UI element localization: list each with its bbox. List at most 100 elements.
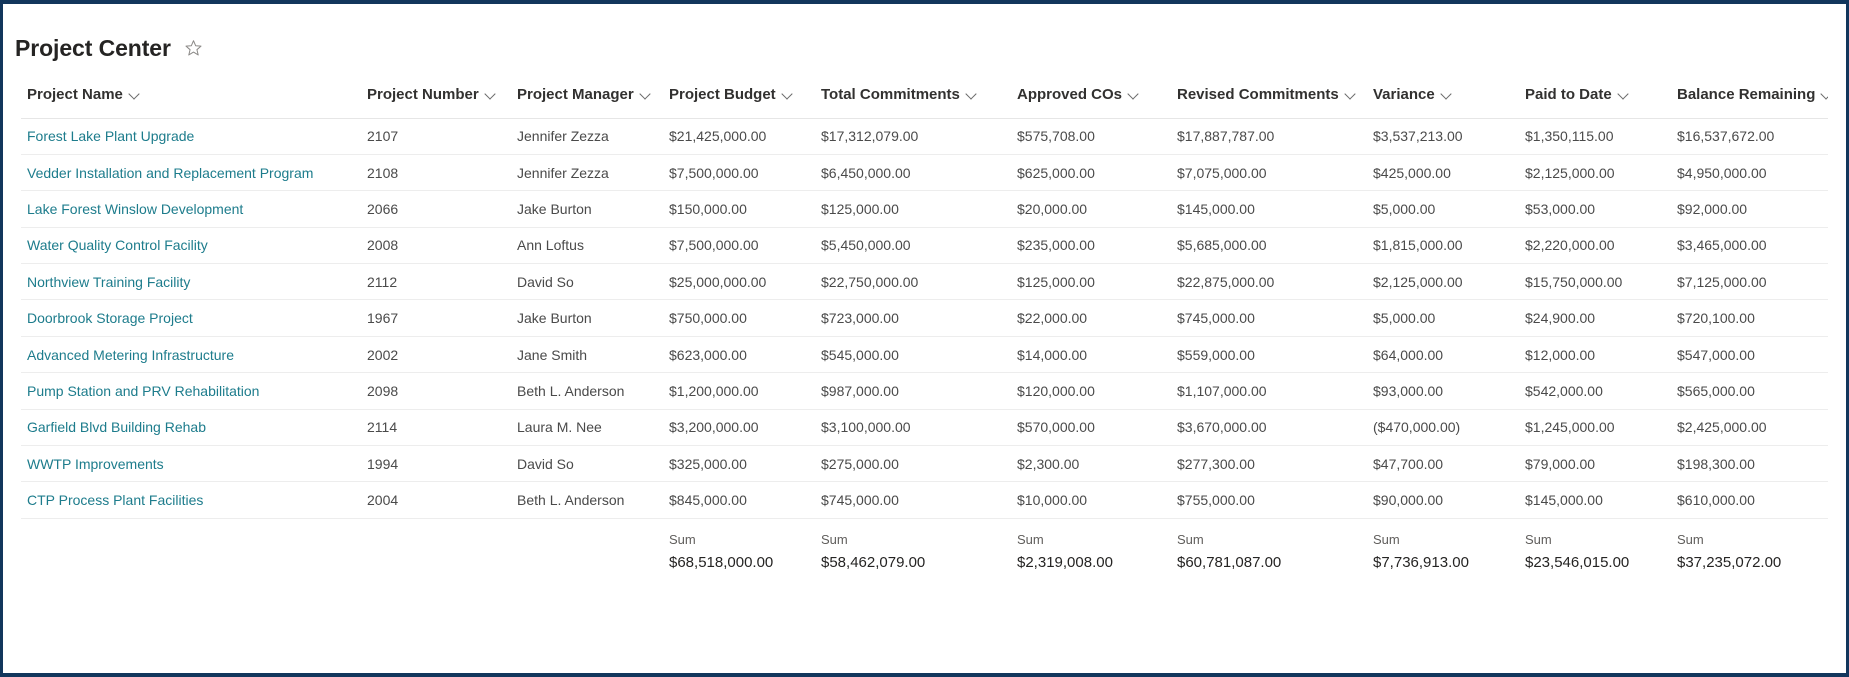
cell-project-budget: $1,200,000.00	[669, 382, 759, 399]
cell-project-manager: Beth L. Anderson	[517, 382, 625, 399]
cell-project-name: Water Quality Control Facility	[21, 227, 361, 263]
cell-project-name: CTP Process Plant Facilities	[21, 482, 361, 518]
column-header-paid-to-date[interactable]: Paid to Date	[1519, 72, 1671, 118]
column-header-balance-remaining[interactable]: Balance Remaining	[1671, 72, 1828, 118]
cell-revised-commitments: $559,000.00	[1177, 346, 1255, 363]
cell-approved-cos: $125,000.00	[1017, 273, 1095, 290]
column-header-label: Project Budget	[669, 86, 776, 104]
project-name-link[interactable]: Lake Forest Winslow Development	[27, 201, 243, 217]
column-header-project-name[interactable]: Project Name	[21, 72, 361, 118]
table-row[interactable]: CTP Process Plant Facilities 2004 Beth L. …	[21, 482, 1828, 519]
table-row[interactable]: Garfield Blvd Building Rehab 2114 Laura M.…	[21, 409, 1828, 446]
project-name-link[interactable]: Doorbrook Storage Project	[27, 310, 193, 326]
star-outline-icon[interactable]	[184, 38, 204, 58]
cell-project-budget: $845,000.00	[669, 492, 747, 509]
table-row[interactable]: Northview Training Facility 2112 David So $…	[21, 264, 1828, 300]
project-name-link[interactable]: Forest Lake Plant Upgrade	[27, 128, 194, 144]
project-name-link[interactable]: Northview Training Facility	[27, 274, 190, 290]
table-row[interactable]: Forest Lake Plant Upgrade 2107 Jennifer Ze…	[21, 118, 1828, 155]
cell-balance-remaining: $547,000.00	[1677, 346, 1755, 363]
cell-project-budget: $750,000.00	[669, 310, 747, 327]
chevron-down-icon[interactable]	[1346, 89, 1357, 100]
cell-project-budget: $7,500,000.00	[669, 237, 759, 254]
cell-project-number: 1967	[367, 310, 399, 327]
project-name-link[interactable]: Advanced Metering Infrastructure	[27, 347, 234, 363]
cell-project-name: Northview Training Facility	[21, 264, 361, 300]
cell-project-budget: $325,000.00	[669, 455, 747, 472]
project-name-link[interactable]: Vedder Installation and Replacement Prog…	[27, 165, 313, 181]
cell-project-budget: $623,000.00	[669, 346, 747, 363]
table-row[interactable]: Doorbrook Storage Project 1967 Jake Burton…	[21, 300, 1828, 337]
table-row[interactable]: Lake Forest Winslow Development 2066 Jake …	[21, 191, 1828, 228]
column-header-approved-cos[interactable]: Approved COs	[1011, 72, 1171, 118]
cell-project-name: Forest Lake Plant Upgrade	[21, 118, 361, 154]
column-header-label: Total Commitments	[821, 86, 960, 104]
column-header-total-commitments[interactable]: Total Commitments	[815, 72, 1011, 118]
cell-variance: $90,000.00	[1373, 492, 1444, 509]
table-row[interactable]: Pump Station and PRV Rehabilitation 2098 B…	[21, 373, 1828, 410]
table-row[interactable]: WWTP Improvements 1994 David So $325,000.00…	[21, 446, 1828, 482]
chevron-down-icon[interactable]	[1129, 89, 1140, 100]
cell-total-commitments: $723,000.00	[821, 310, 899, 327]
cell-total-commitments: $6,450,000.00	[821, 164, 911, 181]
cell-revised-commitments: $277,300.00	[1177, 455, 1255, 472]
cell-balance-remaining: $4,950,000.00	[1677, 164, 1767, 181]
chevron-down-icon[interactable]	[1442, 89, 1453, 100]
cell-revised-commitments: $7,075,000.00	[1177, 164, 1267, 181]
cell-project-name: Lake Forest Winslow Development	[21, 191, 361, 227]
cell-variance: $64,000.00	[1373, 346, 1444, 363]
projects-table: Project Name Project Number Project Mana…	[21, 72, 1828, 582]
chevron-down-icon[interactable]	[486, 89, 497, 100]
chevron-down-icon[interactable]	[783, 89, 794, 100]
cell-approved-cos: $625,000.00	[1017, 164, 1095, 181]
project-name-link[interactable]: Garfield Blvd Building Rehab	[27, 419, 206, 435]
cell-approved-cos: $570,000.00	[1017, 419, 1095, 436]
project-name-link[interactable]: WWTP Improvements	[27, 456, 164, 472]
table-row[interactable]: Water Quality Control Facility 2008 Ann Lo…	[21, 227, 1828, 264]
cell-balance-remaining: $92,000.00	[1677, 200, 1748, 217]
cell-variance: $3,537,213.00	[1373, 128, 1463, 145]
cell-project-manager: David So	[517, 273, 574, 290]
chevron-down-icon[interactable]	[1619, 89, 1630, 100]
cell-project-name: Garfield Blvd Building Rehab	[21, 409, 361, 445]
cell-revised-commitments: $17,887,787.00	[1177, 128, 1275, 145]
column-header-revised-commitments[interactable]: Revised Commitments	[1171, 72, 1367, 118]
cell-project-manager: Jake Burton	[517, 200, 592, 217]
project-name-link[interactable]: Pump Station and PRV Rehabilitation	[27, 383, 259, 399]
cell-project-manager: Laura M. Nee	[517, 419, 602, 436]
cell-balance-remaining: $3,465,000.00	[1677, 237, 1767, 254]
chevron-down-icon[interactable]	[1822, 89, 1828, 100]
chevron-down-icon[interactable]	[641, 89, 652, 100]
cell-total-commitments: $5,450,000.00	[821, 237, 911, 254]
app-frame: Project Center Project Name Project Numb…	[0, 0, 1849, 677]
chevron-down-icon[interactable]	[967, 89, 978, 100]
cell-project-budget: $3,200,000.00	[669, 419, 759, 436]
cell-revised-commitments: $5,685,000.00	[1177, 237, 1267, 254]
chevron-down-icon[interactable]	[130, 89, 141, 100]
project-name-link[interactable]: Water Quality Control Facility	[27, 237, 208, 253]
project-name-link[interactable]: CTP Process Plant Facilities	[27, 492, 203, 508]
summary-cell-paid-to-date: Sum $23,546,015.00	[1519, 518, 1671, 582]
summary-value: $7,736,913.00	[1373, 553, 1469, 571]
cell-project-number: 2108	[367, 164, 399, 181]
table-row[interactable]: Vedder Installation and Replacement Prog…	[21, 154, 1828, 191]
summary-value: $2,319,008.00	[1017, 553, 1113, 571]
column-header-project-number[interactable]: Project Number	[361, 72, 511, 118]
cell-paid-to-date: $2,125,000.00	[1525, 164, 1615, 181]
cell-total-commitments: $22,750,000.00	[821, 273, 919, 290]
summary-cell-empty	[511, 518, 663, 582]
cell-project-manager: Jane Smith	[517, 346, 588, 363]
cell-project-manager: Jennifer Zezza	[517, 128, 609, 145]
cell-paid-to-date: $12,000.00	[1525, 346, 1596, 363]
cell-approved-cos: $235,000.00	[1017, 237, 1095, 254]
column-header-variance[interactable]: Variance	[1367, 72, 1519, 118]
column-header-project-manager[interactable]: Project Manager	[511, 72, 663, 118]
cell-approved-cos: $20,000.00	[1017, 200, 1088, 217]
cell-balance-remaining: $610,000.00	[1677, 492, 1755, 509]
cell-project-number: 1994	[367, 455, 399, 472]
column-header-project-budget[interactable]: Project Budget	[663, 72, 815, 118]
cell-balance-remaining: $198,300.00	[1677, 455, 1755, 472]
table-row[interactable]: Advanced Metering Infrastructure 2002 Jane…	[21, 336, 1828, 373]
cell-variance: $1,815,000.00	[1373, 237, 1463, 254]
project-center-page: Project Center Project Name Project Numb…	[3, 4, 1846, 673]
